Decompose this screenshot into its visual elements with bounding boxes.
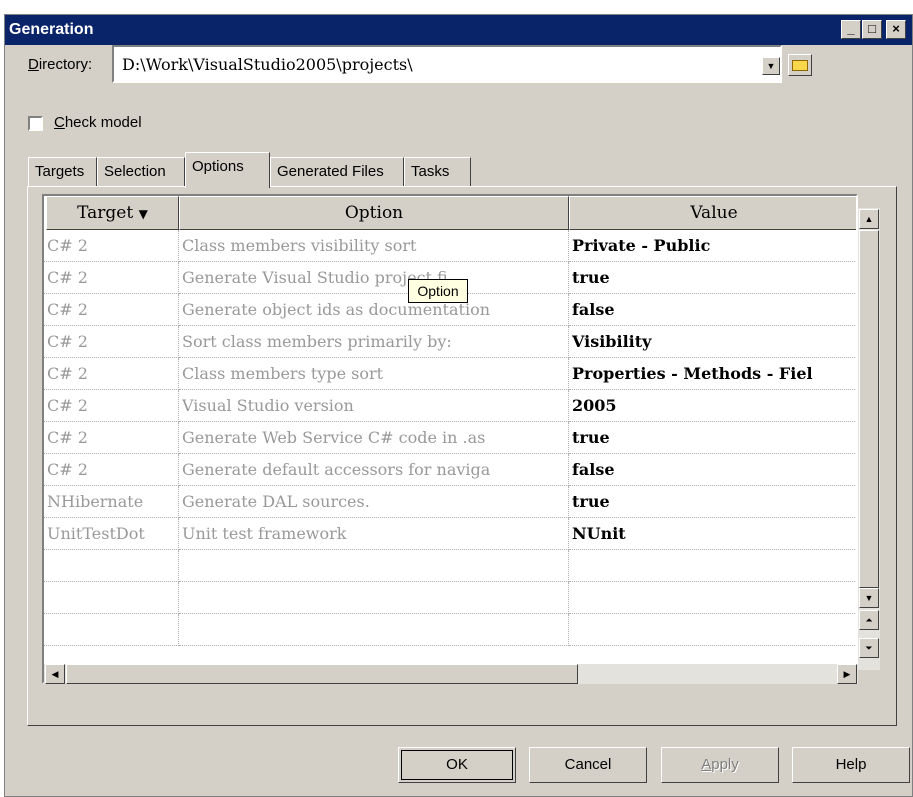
button-label: OK [446, 756, 468, 773]
tooltip-text: Option [417, 283, 459, 299]
scroll-down-icon[interactable]: ▼ [859, 588, 879, 608]
cell-value[interactable]: true [569, 486, 856, 518]
cancel-button[interactable]: Cancel [529, 747, 647, 783]
column-header-value[interactable]: Value [569, 196, 856, 230]
header-label: Option [344, 203, 404, 223]
check-model-label[interactable]: Check model [54, 114, 142, 131]
tab-label: Options [192, 158, 244, 175]
header-label: Target [77, 203, 134, 223]
check-model-checkbox[interactable] [28, 116, 43, 131]
empty-cell [569, 614, 856, 646]
directory-value: D:\Work\VisualStudio2005\projects\ [122, 55, 413, 74]
tab-label: Tasks [411, 163, 450, 180]
horizontal-scroll-thumb[interactable] [66, 664, 578, 684]
scroll-right-icon[interactable]: ▶ [837, 664, 857, 684]
cell-target: C# 2 [44, 390, 179, 422]
help-button[interactable]: Help [792, 747, 910, 783]
tab-generated-files[interactable]: Generated Files [270, 157, 404, 187]
empty-cell [44, 550, 179, 582]
empty-cell [44, 614, 179, 646]
cell-value[interactable]: 2005 [569, 390, 856, 422]
cell-target: C# 2 [44, 454, 179, 486]
vertical-scroll-thumb[interactable] [859, 230, 879, 588]
cell-target: C# 2 [44, 326, 179, 358]
tab-selection[interactable]: Selection [97, 157, 185, 187]
options-grid[interactable]: Target ▼ Option Value C# 2 Class members … [42, 194, 858, 684]
cell-option: Generate DAL sources. [179, 486, 569, 518]
close-icon[interactable]: × [886, 20, 906, 39]
horizontal-scrollbar[interactable]: ◀ ▶ [44, 664, 858, 684]
tab-options[interactable]: Options [185, 152, 270, 188]
cell-option: Class members type sort [179, 358, 569, 390]
cell-value[interactable]: Properties - Methods - Fiel [569, 358, 856, 390]
cell-option: Generate Web Service C# code in .as [179, 422, 569, 454]
cell-value[interactable]: false [569, 454, 856, 486]
cell-target: C# 2 [44, 230, 179, 262]
cell-value[interactable]: Private - Public [569, 230, 856, 262]
title-bar: Generation _ □ × [5, 15, 912, 45]
cell-target: C# 2 [44, 294, 179, 326]
cell-option: Generate object ids as documentation [179, 294, 569, 326]
empty-cell [179, 550, 569, 582]
empty-cell [179, 582, 569, 614]
cell-option: Generate Visual Studio project fi [179, 262, 569, 294]
cell-option: Visual Studio version [179, 390, 569, 422]
cell-target: C# 2 [44, 422, 179, 454]
ok-button[interactable]: OK [398, 747, 516, 783]
vertical-scrollbar[interactable]: ▲ ▼ ⏶ ⏷ [858, 208, 880, 670]
scroll-up-icon[interactable]: ▲ [859, 209, 879, 229]
chevron-down-icon[interactable]: ▼ [762, 57, 780, 75]
empty-cell [569, 582, 856, 614]
cell-option: Class members visibility sort [179, 230, 569, 262]
apply-button[interactable]: Apply [661, 747, 779, 783]
directory-label: Directory: [28, 56, 93, 73]
cell-target: UnitTestDot [44, 518, 179, 550]
tab-targets[interactable]: Targets [28, 157, 97, 187]
cell-value[interactable]: NUnit [569, 518, 856, 550]
sort-down-icon: ▼ [138, 207, 148, 221]
empty-cell [179, 614, 569, 646]
cell-target: C# 2 [44, 262, 179, 294]
button-label: Help [835, 756, 867, 773]
empty-cell [44, 582, 179, 614]
cell-value[interactable]: false [569, 294, 856, 326]
directory-combobox[interactable]: D:\Work\VisualStudio2005\projects\ ▼ [112, 45, 782, 83]
scroll-page-up-icon[interactable]: ⏶ [859, 610, 879, 630]
cell-target: C# 2 [44, 358, 179, 390]
column-header-target[interactable]: Target ▼ [46, 196, 179, 230]
button-label: Cancel [564, 756, 612, 773]
option-tooltip: Option [408, 279, 468, 303]
cell-value[interactable]: true [569, 262, 856, 294]
scroll-left-icon[interactable]: ◀ [45, 664, 65, 684]
minimize-icon[interactable]: _ [841, 20, 861, 39]
cell-option: Generate default accessors for naviga [179, 454, 569, 486]
cell-option: Sort class members primarily by: [179, 326, 569, 358]
browse-folder-button[interactable] [788, 54, 812, 76]
column-header-option[interactable]: Option [179, 196, 569, 230]
cell-value[interactable]: true [569, 422, 856, 454]
tab-label: Selection [104, 163, 166, 180]
window-title: Generation [9, 21, 94, 38]
empty-cell [569, 550, 856, 582]
cell-option: Unit test framework [179, 518, 569, 550]
tab-tasks[interactable]: Tasks [404, 157, 471, 187]
maximize-icon[interactable]: □ [862, 20, 882, 39]
tab-label: Generated Files [277, 163, 384, 180]
header-label: Value [690, 203, 738, 223]
tab-label: Targets [35, 163, 85, 180]
folder-icon [792, 60, 808, 71]
cell-target: NHibernate [44, 486, 179, 518]
scroll-page-down-icon[interactable]: ⏷ [859, 638, 879, 658]
cell-value[interactable]: Visibility [569, 326, 856, 358]
